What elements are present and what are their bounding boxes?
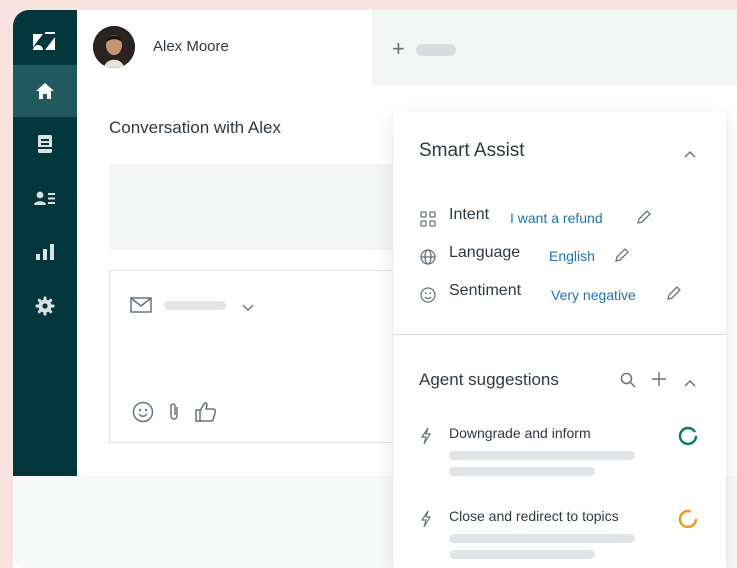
zendesk-logo-icon[interactable] xyxy=(13,16,77,68)
suggestion-placeholder-line xyxy=(449,467,595,476)
agent-suggestions-title: Agent suggestions xyxy=(419,370,559,389)
intent-label: Intent xyxy=(449,206,490,223)
user-name: Alex Moore xyxy=(153,38,229,55)
suggestion-label[interactable]: Close and redirect to topics xyxy=(449,508,619,524)
message-composer[interactable] xyxy=(109,270,409,443)
views-icon[interactable] xyxy=(13,118,77,170)
edit-intent-icon[interactable] xyxy=(635,208,653,231)
channel-selector[interactable] xyxy=(164,301,226,310)
collapse-smart-assist-icon[interactable] xyxy=(683,146,697,164)
language-value[interactable]: English xyxy=(549,248,595,264)
tab-bar: + xyxy=(372,10,737,85)
conversation-history xyxy=(109,164,409,250)
app-window: + Alex Moore Conversation with Alex Smar… xyxy=(13,10,737,568)
intent-grid-icon xyxy=(419,210,437,233)
smart-assist-title: Smart Assist xyxy=(419,140,525,161)
bolt-icon xyxy=(419,427,433,450)
suggestion-placeholder-line xyxy=(449,550,595,559)
smart-assist-panel: Smart Assist Intent I want a refund Lang… xyxy=(393,112,726,568)
suggestion-placeholder-line xyxy=(449,534,635,543)
status-ring-icon xyxy=(678,509,698,534)
emoji-icon[interactable] xyxy=(132,401,154,428)
sentiment-label: Sentiment xyxy=(449,282,522,299)
edit-language-icon[interactable] xyxy=(613,246,631,269)
add-suggestion-icon[interactable] xyxy=(651,371,667,392)
mail-icon[interactable] xyxy=(130,297,152,318)
reporting-icon[interactable] xyxy=(13,226,77,278)
settings-icon[interactable] xyxy=(13,280,77,332)
home-icon[interactable] xyxy=(13,65,77,117)
chevron-down-icon[interactable] xyxy=(241,299,255,317)
bolt-icon xyxy=(419,510,433,533)
sidebar xyxy=(13,10,77,476)
suggestion-placeholder-line xyxy=(449,451,635,460)
globe-icon xyxy=(419,248,437,271)
search-icon[interactable] xyxy=(619,371,637,394)
conversation-title: Conversation with Alex xyxy=(109,118,281,137)
edit-sentiment-icon[interactable] xyxy=(665,284,683,307)
tab-placeholder[interactable] xyxy=(416,44,456,56)
status-ring-icon xyxy=(678,426,698,451)
intent-value[interactable]: I want a refund xyxy=(510,210,603,226)
sentiment-value[interactable]: Very negative xyxy=(551,287,636,303)
collapse-suggestions-icon[interactable] xyxy=(683,375,697,393)
language-label: Language xyxy=(449,244,521,261)
customers-icon[interactable] xyxy=(13,172,77,224)
add-tab-button[interactable]: + xyxy=(392,38,405,60)
suggestion-label[interactable]: Downgrade and inform xyxy=(449,425,591,441)
attachment-icon[interactable] xyxy=(166,401,182,428)
avatar[interactable] xyxy=(93,26,135,68)
section-divider xyxy=(393,334,726,335)
smiley-icon xyxy=(419,286,437,309)
thumbs-up-icon[interactable] xyxy=(194,401,218,428)
